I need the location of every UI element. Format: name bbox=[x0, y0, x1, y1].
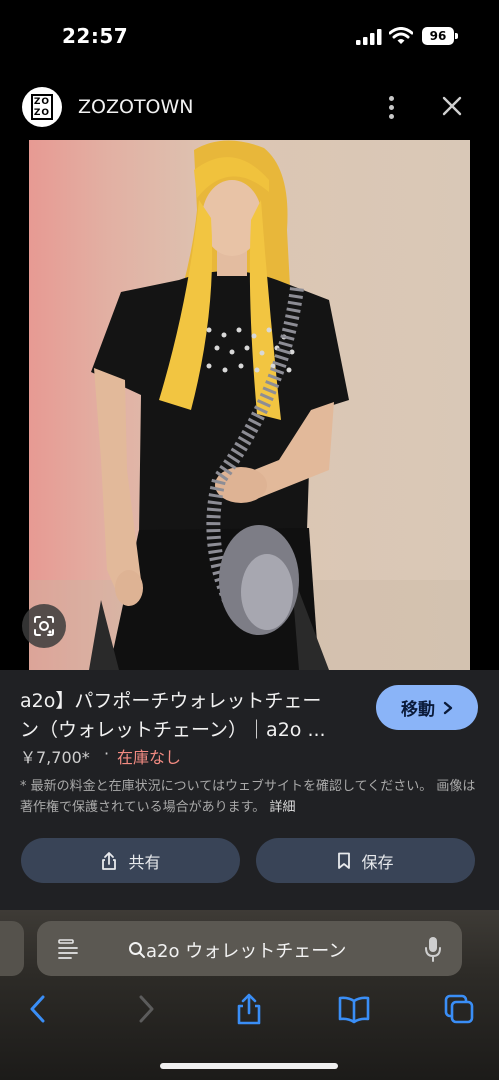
home-indicator[interactable] bbox=[160, 1063, 338, 1069]
goto-label: 移動 bbox=[401, 700, 435, 720]
model-illustration bbox=[29, 140, 470, 670]
forward-icon[interactable] bbox=[128, 992, 162, 1026]
more-options-button[interactable] bbox=[380, 92, 402, 122]
product-image[interactable] bbox=[29, 140, 470, 670]
chevron-right-icon bbox=[443, 701, 453, 714]
tabs-icon[interactable] bbox=[442, 992, 476, 1026]
battery-level: 96 bbox=[429, 29, 447, 43]
wifi-icon bbox=[389, 27, 413, 44]
battery-indicator: 96 bbox=[422, 27, 454, 45]
price-label: ￥7,700* bbox=[20, 748, 90, 767]
safari-share-icon[interactable] bbox=[232, 992, 266, 1026]
zozo-logo-mark: ZO ZO bbox=[31, 94, 53, 120]
save-label: 保存 bbox=[361, 852, 394, 872]
page-menu-icon[interactable] bbox=[57, 938, 79, 960]
cellular-signal-icon bbox=[356, 29, 382, 45]
back-icon[interactable] bbox=[22, 992, 56, 1026]
price-separator: · bbox=[104, 744, 110, 763]
stock-status: 在庫なし bbox=[117, 748, 182, 767]
disclaimer-body: * 最新の料金と在庫状況についてはウェブサイトを確認してください。 画像は著作権… bbox=[20, 779, 476, 815]
search-query-text: a2o ウォレットチェーン bbox=[146, 941, 347, 962]
result-title-line2[interactable]: ン（ウォレットチェーン）｜a2o ... bbox=[20, 715, 326, 742]
share-button[interactable]: 共有 bbox=[21, 838, 240, 883]
site-name[interactable]: ZOZOTOWN bbox=[78, 96, 194, 118]
status-time: 22:57 bbox=[62, 24, 129, 48]
close-icon[interactable] bbox=[440, 94, 464, 118]
goto-button[interactable]: 移動 bbox=[376, 685, 478, 730]
result-title-line1[interactable]: a2o】パフポーチウォレットチェー bbox=[20, 686, 321, 713]
bookmarks-icon[interactable] bbox=[337, 992, 371, 1026]
save-button[interactable]: 保存 bbox=[256, 838, 475, 883]
lens-icon bbox=[34, 616, 54, 636]
microphone-icon[interactable] bbox=[424, 936, 442, 962]
bookmark-icon bbox=[338, 852, 351, 869]
share-label: 共有 bbox=[128, 852, 161, 872]
search-icon bbox=[129, 942, 145, 958]
battery-nub bbox=[455, 33, 458, 39]
previous-tab-preview[interactable] bbox=[0, 921, 24, 976]
google-lens-button[interactable] bbox=[22, 604, 66, 648]
disclaimer-text: * 最新の料金と在庫状況についてはウェブサイトを確認してください。 画像は著作権… bbox=[20, 776, 480, 818]
details-link[interactable]: 詳細 bbox=[269, 800, 295, 815]
zozotown-logo: ZO ZO bbox=[22, 87, 62, 127]
share-icon bbox=[102, 851, 117, 870]
search-query-field[interactable]: a2o ウォレットチェーン bbox=[128, 937, 346, 963]
